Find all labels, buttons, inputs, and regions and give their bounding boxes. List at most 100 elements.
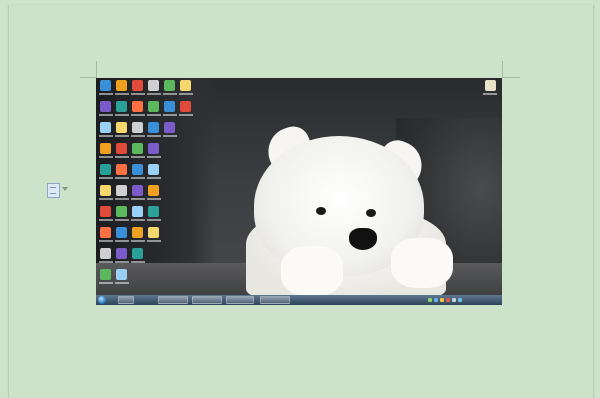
desktop-shortcut-icon[interactable]: [132, 206, 143, 217]
desktop-shortcut-label: [147, 219, 161, 221]
desktop-shortcut-icon[interactable]: [148, 143, 159, 154]
desktop-screenshot-image[interactable]: [96, 78, 502, 305]
taskbar: [96, 295, 502, 305]
desktop-shortcut-icon[interactable]: [132, 248, 143, 259]
dog-nose: [349, 228, 377, 250]
desktop-shortcut-label: [147, 114, 161, 116]
desktop-shortcut-icon[interactable]: [100, 80, 111, 91]
desktop-shortcut-label: [99, 114, 113, 116]
desktop-shortcut-label: [99, 240, 113, 242]
crop-mark-right-vertical: [502, 61, 503, 78]
desktop-shortcut-label: [99, 198, 113, 200]
desktop-shortcut-label: [131, 219, 145, 221]
desktop-shortcut-label: [99, 135, 113, 137]
desktop-shortcut-label: [147, 198, 161, 200]
desktop-shortcut-label: [131, 240, 145, 242]
crop-mark-left-vertical: [96, 61, 97, 78]
dog-paw-left: [281, 246, 343, 296]
desktop-shortcut-icon[interactable]: [116, 143, 127, 154]
tray-icon[interactable]: [428, 298, 432, 302]
desktop-shortcut-label: [115, 135, 129, 137]
desktop-shortcut-label: [147, 240, 161, 242]
desktop-shortcut-icon[interactable]: [116, 248, 127, 259]
taskbar-button[interactable]: [260, 296, 290, 304]
desktop-shortcut-icon[interactable]: [116, 122, 127, 133]
taskbar-button[interactable]: [118, 296, 134, 304]
desktop-shortcut-icon[interactable]: [100, 143, 111, 154]
desktop-shortcut-icon[interactable]: [148, 227, 159, 238]
tray-icon[interactable]: [446, 298, 450, 302]
desktop-shortcut-label: [131, 261, 145, 263]
desktop-shortcut-icon[interactable]: [100, 122, 111, 133]
desktop-shortcut-icon[interactable]: [148, 80, 159, 91]
desktop-shortcut-label: [99, 93, 113, 95]
desktop-shortcut-label: [483, 93, 497, 95]
taskbar-button[interactable]: [226, 296, 254, 304]
desktop-shortcut-icon[interactable]: [148, 185, 159, 196]
desktop-shortcut-icon[interactable]: [132, 101, 143, 112]
desktop-shortcut-icon[interactable]: [180, 101, 191, 112]
desktop-shortcut-icon[interactable]: [116, 80, 127, 91]
desktop-shortcut-icon[interactable]: [100, 164, 111, 175]
desktop-shortcut-icon[interactable]: [132, 122, 143, 133]
windows-start-icon[interactable]: [98, 296, 106, 304]
desktop-shortcut-icon[interactable]: [148, 101, 159, 112]
desktop-shortcut-icon[interactable]: [100, 101, 111, 112]
taskbar-button[interactable]: [158, 296, 188, 304]
desktop-shortcut-label: [115, 156, 129, 158]
tray-icon[interactable]: [440, 298, 444, 302]
taskbar-button[interactable]: [192, 296, 222, 304]
desktop-shortcut-icon[interactable]: [180, 80, 191, 91]
desktop-shortcut-label: [131, 114, 145, 116]
desktop-shortcut-icon[interactable]: [164, 122, 175, 133]
desktop-shortcut-label: [115, 114, 129, 116]
desktop-shortcut-icon[interactable]: [100, 185, 111, 196]
desktop-shortcut-label: [163, 93, 177, 95]
desktop-shortcut-label: [99, 177, 113, 179]
desktop-shortcut-icon[interactable]: [116, 269, 127, 280]
desktop-shortcut-icon[interactable]: [164, 80, 175, 91]
desktop-shortcut-label: [99, 219, 113, 221]
desktop-shortcut-icon[interactable]: [132, 164, 143, 175]
desktop-shortcut-icon[interactable]: [132, 80, 143, 91]
chevron-down-icon[interactable]: [62, 187, 68, 191]
crop-mark-left-horizontal: [80, 77, 96, 78]
desktop-shortcut-icon[interactable]: [100, 227, 111, 238]
desktop-shortcut-icon[interactable]: [116, 101, 127, 112]
desktop-shortcut-label: [163, 114, 177, 116]
desktop-shortcut-icon[interactable]: [100, 269, 111, 280]
desktop-shortcut-icon[interactable]: [100, 206, 111, 217]
desktop-shortcut-label: [131, 93, 145, 95]
document-icon[interactable]: [47, 183, 60, 198]
desktop-shortcut-icon[interactable]: [485, 80, 496, 91]
desktop-shortcut-label: [179, 114, 193, 116]
desktop-shortcut-icon[interactable]: [164, 101, 175, 112]
desktop-shortcut-icon[interactable]: [100, 248, 111, 259]
desktop-shortcut-icon[interactable]: [148, 206, 159, 217]
desktop-shortcut-label: [131, 156, 145, 158]
desktop-shortcut-icon[interactable]: [116, 164, 127, 175]
desktop-shortcut-icon[interactable]: [116, 206, 127, 217]
tray-icon[interactable]: [452, 298, 456, 302]
dog-paw-right: [391, 238, 453, 288]
desktop-shortcut-icon[interactable]: [132, 227, 143, 238]
dog-eye-right: [366, 209, 376, 217]
crop-mark-right-horizontal: [502, 77, 520, 78]
desktop-shortcut-label: [147, 156, 161, 158]
desktop-shortcut-label: [115, 282, 129, 284]
desktop-shortcut-label: [131, 135, 145, 137]
desktop-shortcut-label: [115, 177, 129, 179]
desktop-shortcut-icon[interactable]: [116, 185, 127, 196]
desktop-shortcut-label: [99, 156, 113, 158]
tray-icon[interactable]: [458, 298, 462, 302]
desktop-shortcut-label: [147, 93, 161, 95]
desktop-shortcut-label: [179, 93, 193, 95]
desktop-shortcut-icon[interactable]: [148, 122, 159, 133]
desktop-shortcut-icon[interactable]: [132, 143, 143, 154]
dog-eye-left: [316, 207, 326, 215]
desktop-shortcut-label: [115, 240, 129, 242]
desktop-shortcut-icon[interactable]: [148, 164, 159, 175]
tray-icon[interactable]: [434, 298, 438, 302]
desktop-shortcut-icon[interactable]: [132, 185, 143, 196]
desktop-shortcut-icon[interactable]: [116, 227, 127, 238]
